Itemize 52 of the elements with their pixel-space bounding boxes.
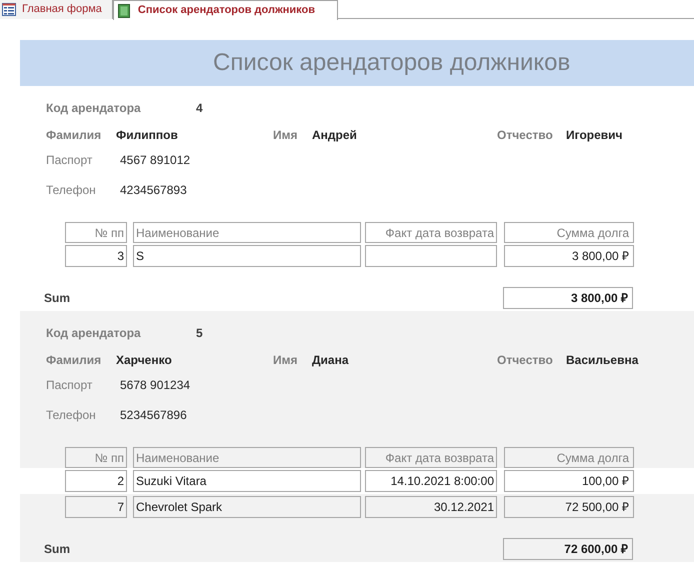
field-value: Андрей: [312, 127, 357, 144]
field-label: Телефон: [46, 182, 97, 199]
field-value: 5678 901234: [120, 377, 190, 394]
table-cell: 2: [65, 470, 127, 492]
column-header: № пп: [65, 222, 127, 243]
column-header: Наименование: [133, 222, 361, 243]
field-label: Паспорт: [46, 377, 94, 394]
field-value: 5: [196, 325, 203, 342]
table-cell: 3 800,00 ₽: [504, 245, 634, 267]
field-label: Паспорт: [46, 152, 94, 169]
sum-value: 3 800,00 ₽: [503, 287, 633, 309]
column-header: Наименование: [133, 447, 361, 468]
report-title: Список арендаторов должников: [213, 48, 570, 78]
field-value: 4234567893: [120, 182, 187, 199]
column-header: № пп: [65, 447, 127, 468]
sum-label: Sum: [44, 541, 72, 558]
table-cell: 3: [65, 245, 127, 267]
report-icon: [118, 4, 130, 18]
tab[interactable]: Список арендаторов должников: [112, 0, 338, 20]
field-value: 4: [196, 100, 203, 117]
field-label: Отчество: [497, 127, 554, 144]
field-label: Имя: [273, 352, 299, 369]
field-value: 4567 891012: [120, 152, 190, 169]
column-header: Сумма долга: [504, 222, 634, 243]
table-cell: Chevrolet Spark: [133, 496, 361, 518]
column-header: Факт дата возврата: [365, 222, 497, 243]
field-value: Диана: [312, 352, 349, 369]
field-label: Фамилия: [46, 352, 102, 369]
table-cell: Suzuki Vitara: [133, 470, 361, 492]
table-cell: 72 500,00 ₽: [504, 496, 634, 518]
sum-value: 72 600,00 ₽: [503, 538, 633, 560]
field-value: Харченко: [116, 352, 172, 369]
field-label: Код арендатора: [46, 100, 142, 117]
field-label: Код арендатора: [46, 325, 142, 342]
table-cell: 100,00 ₽: [504, 470, 634, 492]
field-value: Васильевна: [566, 352, 638, 369]
column-header: Сумма долга: [504, 447, 634, 468]
tab[interactable]: Главная форма: [0, 0, 113, 19]
field-value: 5234567896: [120, 407, 187, 424]
column-header: Факт дата возврата: [365, 447, 497, 468]
sum-label: Sum: [44, 290, 72, 307]
field-label: Телефон: [46, 407, 97, 424]
table-cell: S: [133, 245, 361, 267]
table-cell: 14.10.2021 8:00:00: [365, 470, 497, 492]
field-label: Отчество: [497, 352, 554, 369]
field-label: Фамилия: [46, 127, 102, 144]
field-value: Филиппов: [116, 127, 178, 144]
field-value: Игоревич: [566, 127, 623, 144]
field-label: Имя: [273, 127, 299, 144]
table-cell: 7: [65, 496, 127, 518]
form-icon: [2, 3, 16, 16]
table-cell: 30.12.2021: [365, 496, 497, 518]
